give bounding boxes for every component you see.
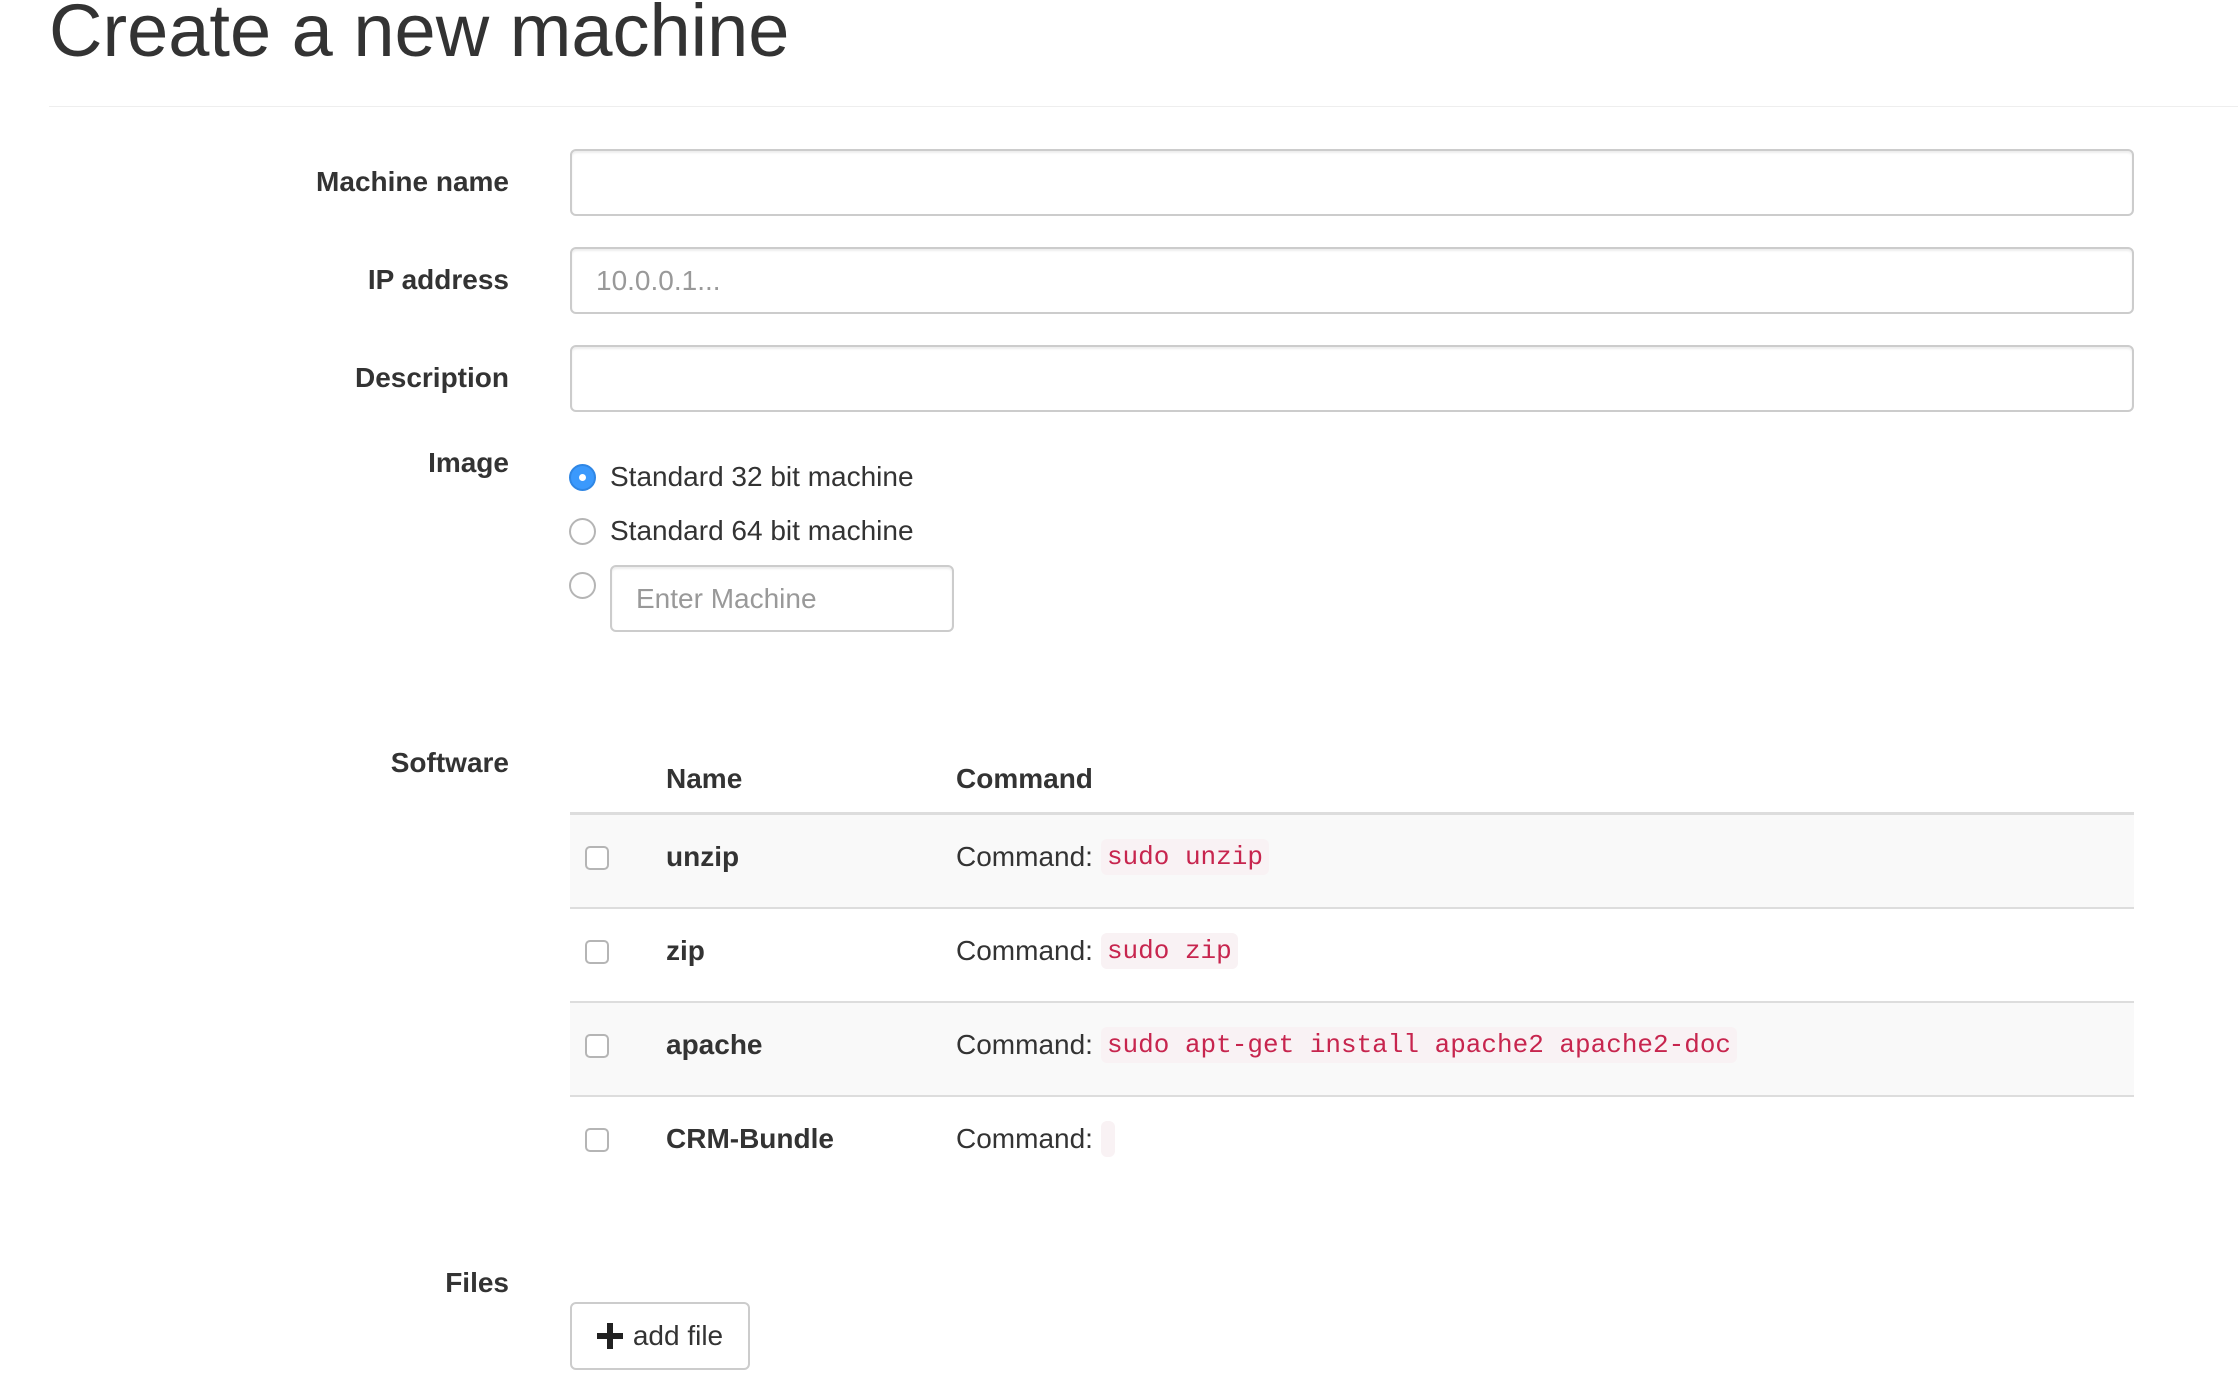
files-label: Files — [445, 1267, 509, 1298]
title-divider — [49, 106, 2238, 107]
software-checkbox-apache[interactable] — [585, 1034, 609, 1058]
software-checkbox-unzip[interactable] — [585, 846, 609, 870]
command-code: sudo unzip — [1100, 839, 1269, 875]
ip-address-label: IP address — [367, 264, 509, 295]
software-command: Command: sudo unzip — [956, 839, 1269, 875]
software-command: Command: sudo zip — [956, 933, 1238, 969]
image-radio-64bit[interactable] — [569, 518, 596, 545]
table-row: CRM-Bundle Command: — [570, 1097, 2134, 1191]
software-checkbox-zip[interactable] — [585, 940, 609, 964]
image-label: Image — [428, 447, 509, 478]
command-prefix: Command: — [956, 1029, 1093, 1060]
software-name: CRM-Bundle — [666, 1123, 834, 1154]
image-option-64bit-label[interactable]: Standard 64 bit machine — [610, 513, 914, 549]
image-radio-32bit[interactable] — [569, 464, 596, 491]
software-command: Command: — [956, 1121, 1115, 1157]
plus-icon — [596, 1323, 623, 1349]
software-table-header: Name Command — [570, 749, 2134, 815]
column-header-command: Command — [956, 763, 1093, 794]
custom-machine-input[interactable] — [610, 565, 954, 632]
command-prefix: Command: — [956, 935, 1093, 966]
ip-address-input[interactable] — [570, 247, 2134, 314]
add-file-button[interactable]: add file — [570, 1302, 750, 1370]
command-code: sudo apt-get install apache2 apache2-doc — [1100, 1027, 1738, 1063]
software-label: Software — [390, 747, 509, 778]
command-prefix: Command: — [956, 1123, 1093, 1154]
image-option-32bit-label[interactable]: Standard 32 bit machine — [610, 459, 914, 495]
table-row: unzip Command: sudo unzip — [570, 815, 2134, 909]
description-label: Description — [354, 362, 509, 393]
command-prefix: Command: — [956, 841, 1093, 872]
software-name: unzip — [666, 841, 740, 872]
machine-name-label: Machine name — [316, 166, 509, 197]
software-name: zip — [666, 935, 705, 966]
column-header-name: Name — [666, 763, 743, 794]
table-row: zip Command: sudo zip — [570, 909, 2134, 1003]
table-row: apache Command: sudo apt-get install apa… — [570, 1003, 2134, 1097]
description-input[interactable] — [570, 345, 2134, 412]
software-table: Name Command unzip Command: sudo unzip z… — [570, 749, 2134, 1191]
page-title: Create a new machine — [49, 0, 790, 72]
image-radio-custom[interactable] — [569, 572, 596, 599]
machine-name-input[interactable] — [570, 149, 2134, 216]
command-code: sudo zip — [1100, 933, 1238, 969]
add-file-button-label: add file — [632, 1320, 724, 1351]
software-command: Command: sudo apt-get install apache2 ap… — [956, 1027, 1738, 1063]
command-code — [1100, 1121, 1115, 1157]
software-checkbox-crm-bundle[interactable] — [585, 1128, 609, 1152]
software-name: apache — [666, 1029, 763, 1060]
